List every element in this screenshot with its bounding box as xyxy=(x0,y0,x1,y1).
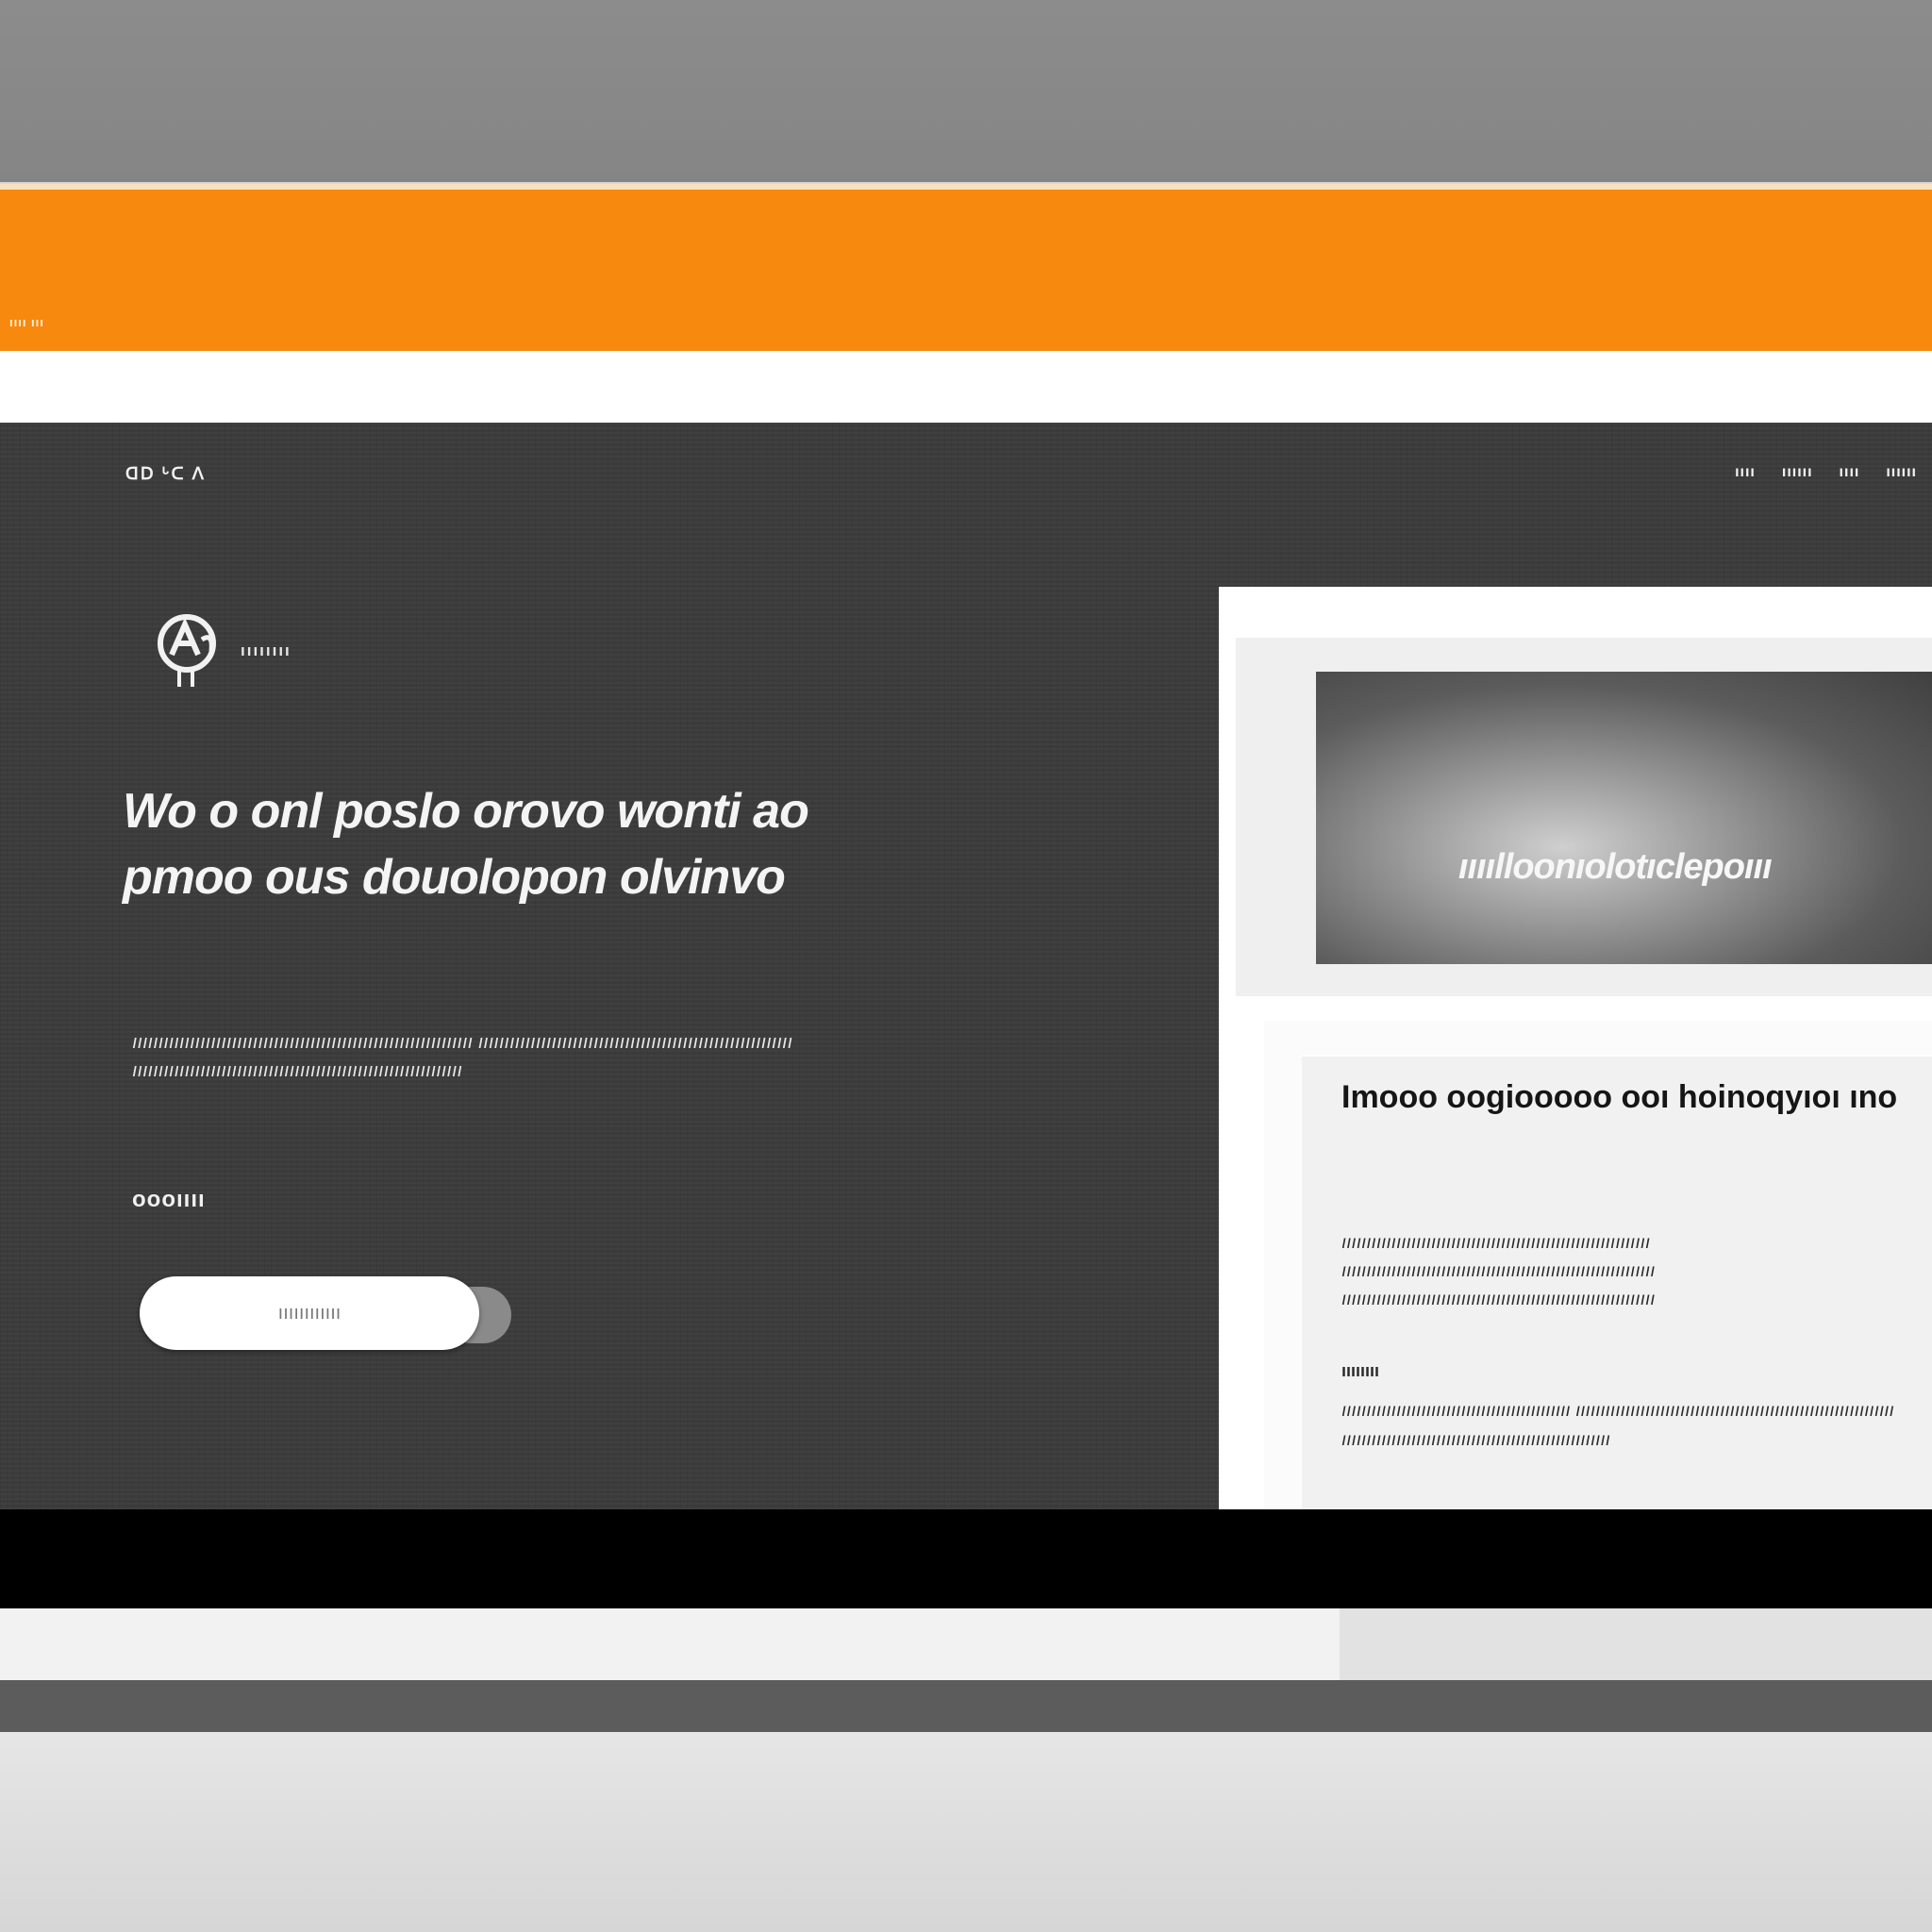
gray-strip xyxy=(0,1680,1932,1732)
hero-intro-text: ıııııııııııııııııııııııııııııııııııııııı… xyxy=(132,1032,793,1081)
cta-button[interactable]: ıııııııııııı xyxy=(140,1276,479,1350)
backdrop-top xyxy=(0,0,1932,182)
media-caption: ıııılloonıolotıclepoııı xyxy=(1458,847,1773,887)
bottom-black-bar xyxy=(0,1509,1932,1608)
site-brand[interactable]: ᗡᗞ ᒡᑕ ᐱ xyxy=(125,464,206,484)
backdrop-bottom xyxy=(0,1732,1932,1932)
nav-item-1[interactable]: ıııı xyxy=(1735,464,1756,481)
hero-label: oooıııı xyxy=(132,1187,206,1212)
media-image[interactable] xyxy=(1316,672,1932,964)
article-title[interactable]: Imooo oogiooooo ooı hoinoqyıoı ıno xyxy=(1341,1068,1907,1126)
article-body-secondary: ıııııııııııııııııııııııııııııııııııııııı… xyxy=(1341,1401,1894,1450)
nav-item-4[interactable]: ıııııı xyxy=(1886,464,1917,481)
nav-item-2[interactable]: ıııııı xyxy=(1782,464,1813,481)
light-strip xyxy=(0,1608,1340,1680)
article-body: ıııııııııııııııııııııııııııııııııııııııı… xyxy=(1341,1233,1656,1309)
orange-banner xyxy=(0,184,1932,351)
white-band xyxy=(0,351,1932,423)
top-navigation: ıııı ıııııı ıııı ıııııı xyxy=(1735,464,1917,481)
logo-emblem-icon xyxy=(158,614,216,687)
hero-headline: Wo o onl poslo orovo wonti ao pmoo ous d… xyxy=(123,784,809,905)
banner-caption: ıııı ııı xyxy=(9,315,44,329)
article-subheading: ıııııııı xyxy=(1341,1361,1380,1380)
logo-name: ıııııııı xyxy=(241,641,291,659)
nav-item-3[interactable]: ıııı xyxy=(1840,464,1860,481)
light-strip-right xyxy=(1340,1608,1932,1680)
